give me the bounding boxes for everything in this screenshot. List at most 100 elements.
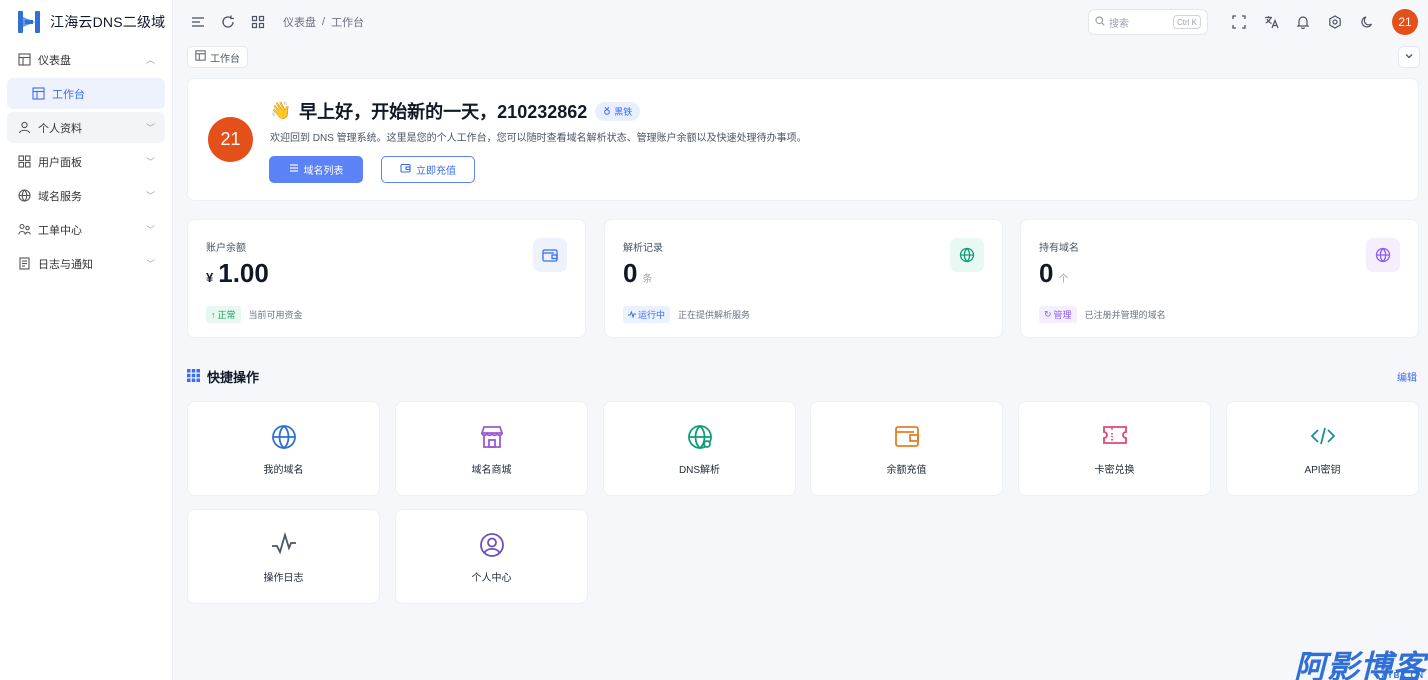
menu-toggle-icon[interactable] <box>183 7 213 37</box>
settings-icon[interactable] <box>1320 7 1350 37</box>
moon-icon[interactable] <box>1352 7 1382 37</box>
store-icon <box>396 424 587 450</box>
sidebar-item-label: 仪表盘 <box>38 54 71 67</box>
sidebar: 江海云DNS二级域 仪表盘 ︿ 工作台 个人资料 ﹀ 用户面板 ﹀ 域名服务 ﹀… <box>0 0 173 680</box>
stat-card-balance: 账户余额 ¥ 1.00 ↑ 正常 当前可用资金 <box>187 219 586 338</box>
tab-more-button[interactable] <box>1398 46 1420 68</box>
stat-unit: 个 <box>1058 274 1069 285</box>
quick-action-personal-center[interactable]: 个人中心 <box>395 509 588 604</box>
sidebar-item-profile[interactable]: 个人资料 ﹀ <box>7 112 165 143</box>
brand-logo-icon <box>18 11 40 33</box>
refresh-icon[interactable] <box>213 7 243 37</box>
grid-icon <box>17 155 31 169</box>
sidebar-menu: 仪表盘 ︿ 工作台 个人资料 ﹀ 用户面板 ﹀ 域名服务 ﹀ 工单中心 ﹀ 日志… <box>0 44 172 279</box>
status-chip: 运行中 <box>623 306 671 323</box>
header-actions: 搜索 Ctrl K 21 <box>1088 7 1418 37</box>
wallet-icon <box>811 424 1002 448</box>
quick-action-label: 卡密兑换 <box>1094 465 1135 476</box>
welcome-greeting: 👋 早上好，开始新的一天，210232862 黑铁 <box>270 98 641 124</box>
quick-actions-title-text: 快捷操作 <box>207 370 260 385</box>
quick-action-operation-log[interactable]: 操作日志 <box>187 509 380 604</box>
status-chip: ↑ 正常 <box>206 306 241 323</box>
sidebar-item-domain-service[interactable]: 域名服务 ﹀ <box>7 180 165 211</box>
quick-action-my-domains[interactable]: 我的域名 <box>187 401 380 496</box>
sidebar-item-label: 工作台 <box>52 88 85 101</box>
welcome-card: 21 👋 早上好，开始新的一天，210232862 黑铁 欢迎回到 DNS 管理… <box>187 78 1419 201</box>
pulse-icon <box>188 532 379 556</box>
user-circle-icon <box>396 532 587 558</box>
tab-bar: 工作台 <box>187 45 1420 69</box>
dns-globe-icon <box>604 424 795 450</box>
stat-card-records: 解析记录 0 条 运行中 正在提供解析服务 <box>604 219 1003 338</box>
quick-action-label: DNS解析 <box>678 465 721 476</box>
sidebar-item-workbench[interactable]: 工作台 <box>7 78 165 109</box>
stat-footer: ↑ 正常 当前可用资金 <box>206 306 303 323</box>
search-shortcut: Ctrl K <box>1173 15 1201 29</box>
status-chip-label: 管理 <box>1053 310 1072 320</box>
translate-icon[interactable] <box>1256 7 1286 37</box>
user-icon <box>17 121 31 135</box>
apps-grid-icon[interactable] <box>243 7 273 37</box>
sidebar-item-dashboard[interactable]: 仪表盘 ︿ <box>7 44 165 75</box>
list-icon <box>289 163 299 176</box>
sidebar-item-label: 用户面板 <box>38 156 82 169</box>
wallet-icon <box>533 238 567 272</box>
stat-currency: ¥ <box>206 270 214 285</box>
welcome-avatar: 21 <box>208 117 253 162</box>
stat-note: 正在提供解析服务 <box>678 310 751 320</box>
breadcrumb-item[interactable]: 仪表盘 <box>283 14 316 30</box>
wave-hand-icon: 👋 <box>270 101 292 120</box>
dashboard-icon <box>17 53 31 67</box>
sidebar-item-tickets[interactable]: 工单中心 ﹀ <box>7 214 165 245</box>
brand[interactable]: 江海云DNS二级域 <box>0 0 172 44</box>
domain-list-button[interactable]: 域名列表 <box>269 156 363 183</box>
stat-note: 当前可用资金 <box>248 310 303 320</box>
top-header: 仪表盘 / 工作台 搜索 Ctrl K 21 <box>173 0 1428 44</box>
level-badge: 黑铁 <box>595 101 641 121</box>
stat-note: 已注册并管理的域名 <box>1084 310 1166 320</box>
chevron-down-icon <box>1404 50 1414 64</box>
breadcrumb: 仪表盘 / 工作台 <box>283 14 364 30</box>
quick-action-domain-store[interactable]: 域名商城 <box>395 401 588 496</box>
sidebar-item-label: 个人资料 <box>38 122 82 135</box>
quick-action-dns[interactable]: DNS解析 <box>603 401 796 496</box>
pulse-icon <box>628 310 636 320</box>
sidebar-item-logs[interactable]: 日志与通知 ﹀ <box>7 248 165 279</box>
domain-list-button-label: 域名列表 <box>303 166 344 177</box>
ticket-icon <box>1019 424 1210 446</box>
stat-card-domains: 持有域名 0 个 ↻ 管理 已注册并管理的域名 <box>1020 219 1419 338</box>
search-input[interactable]: 搜索 Ctrl K <box>1088 9 1208 35</box>
sidebar-item-label: 日志与通知 <box>38 258 93 271</box>
globe-icon <box>188 424 379 450</box>
stat-number: 1.00 <box>218 258 269 288</box>
code-icon <box>1227 424 1418 448</box>
brand-title: 江海云DNS二级域 <box>50 14 166 30</box>
breadcrumb-separator: / <box>322 16 326 28</box>
quick-action-api-key[interactable]: API密钥 <box>1226 401 1419 496</box>
cycle-icon: ↻ <box>1044 309 1052 319</box>
watermark-sub: AYBK.CN <box>1381 671 1424 680</box>
user-avatar[interactable]: 21 <box>1392 9 1418 35</box>
breadcrumb-item: 工作台 <box>331 17 365 29</box>
document-icon <box>17 257 31 271</box>
globe-icon <box>17 189 31 203</box>
quick-action-label: 域名商城 <box>471 465 512 476</box>
recharge-button-label: 立即充值 <box>416 166 456 177</box>
quick-action-label: API密钥 <box>1304 465 1341 476</box>
sidebar-item-label: 工单中心 <box>38 224 82 237</box>
fullscreen-icon[interactable] <box>1224 7 1254 37</box>
chevron-down-icon: ﹀ <box>145 157 155 167</box>
sidebar-item-label: 域名服务 <box>38 190 82 203</box>
sidebar-item-user-panel[interactable]: 用户面板 ﹀ <box>7 146 165 177</box>
recharge-button[interactable]: 立即充值 <box>381 156 475 183</box>
bell-icon[interactable] <box>1288 7 1318 37</box>
medal-icon <box>603 106 611 117</box>
stat-label: 持有域名 <box>1039 243 1079 254</box>
quick-actions-edit-link[interactable]: 编辑 <box>1397 369 1417 384</box>
quick-action-label: 我的域名 <box>263 465 304 476</box>
quick-action-redeem-card[interactable]: 卡密兑换 <box>1018 401 1211 496</box>
tab-workbench[interactable]: 工作台 <box>187 46 248 68</box>
stat-value: 0 个 <box>1039 258 1068 289</box>
quick-action-recharge[interactable]: 余额充值 <box>810 401 1003 496</box>
arrow-up-icon: ↑ <box>211 309 216 320</box>
